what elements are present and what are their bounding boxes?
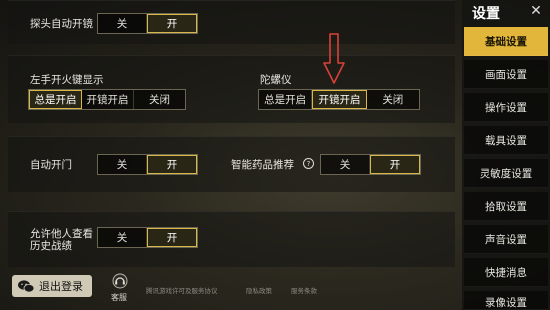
- down-arrow-annotation: [323, 33, 345, 84]
- history-visibility-toggle: 关 开: [97, 227, 198, 248]
- close-icon[interactable]: ✕: [527, 2, 545, 20]
- wechat-icon: [18, 279, 34, 292]
- history-on[interactable]: 开: [147, 228, 197, 247]
- history-off[interactable]: 关: [98, 228, 147, 247]
- terms-link[interactable]: 服务条款: [291, 285, 317, 295]
- left-fire-option-scope[interactable]: 开镜开启: [82, 90, 134, 109]
- smart-meds-label: 智能药品推荐: [231, 159, 294, 171]
- smart-meds-off[interactable]: 关: [321, 155, 370, 174]
- smart-meds-on[interactable]: 开: [370, 155, 420, 174]
- sidebar-item-quick-messages[interactable]: 快捷消息: [464, 258, 548, 287]
- left-fire-option-always[interactable]: 总是开启: [29, 90, 82, 109]
- sidebar-item-controls[interactable]: 操作设置: [464, 93, 548, 122]
- sidebar-item-sensitivity[interactable]: 灵敏度设置: [464, 159, 548, 188]
- settings-title: 设置: [472, 6, 500, 22]
- gyroscope-label: 陀螺仪: [260, 74, 292, 86]
- customer-service-icon: [112, 273, 128, 289]
- auto-door-on[interactable]: 开: [147, 155, 197, 174]
- sidebar-item-replay[interactable]: 录像设置: [464, 291, 548, 310]
- left-fire-button-selector: 总是开启 开镜开启 关闭: [28, 89, 186, 110]
- privacy-policy-link[interactable]: 隐私政策: [246, 285, 272, 295]
- left-fire-button-label: 左手开火键显示: [30, 74, 104, 86]
- peek-scope-off[interactable]: 关: [98, 14, 147, 33]
- history-label-line2: 历史战绩: [30, 240, 72, 252]
- left-fire-option-off[interactable]: 关闭: [134, 90, 185, 109]
- logout-button[interactable]: 退出登录: [12, 275, 92, 297]
- auto-door-toggle: 关 开: [97, 154, 198, 175]
- customer-service-button[interactable]: 客服: [106, 273, 134, 305]
- history-label-line1: 允许他人查看: [30, 228, 93, 240]
- auto-door-off[interactable]: 关: [98, 155, 147, 174]
- gyroscope-selector: 总是开启 开镜开启 关闭: [258, 89, 420, 110]
- logout-label: 退出登录: [39, 280, 83, 293]
- gyro-option-scope[interactable]: 开镜开启: [312, 90, 367, 109]
- sidebar-item-basic[interactable]: 基础设置: [464, 27, 548, 56]
- peek-scope-label: 探头自动开镜: [30, 18, 93, 30]
- sidebar-item-graphics[interactable]: 画面设置: [464, 60, 548, 89]
- peek-scope-on[interactable]: 开: [147, 14, 197, 33]
- gyro-option-always[interactable]: 总是开启: [259, 90, 313, 109]
- service-agreement-link[interactable]: 腾讯游戏许可及服务协议: [146, 285, 218, 295]
- history-visibility-label: 允许他人查看 历史战绩: [30, 228, 93, 252]
- help-icon[interactable]: ?: [303, 158, 314, 169]
- peek-scope-toggle: 关 开: [97, 13, 198, 34]
- sidebar-item-pickup[interactable]: 拾取设置: [464, 192, 548, 221]
- customer-service-label: 客服: [111, 293, 127, 302]
- smart-meds-toggle: 关 开: [320, 154, 421, 175]
- sidebar-item-vehicle[interactable]: 载具设置: [464, 126, 548, 155]
- gyro-option-off[interactable]: 关闭: [367, 90, 419, 109]
- auto-door-label: 自动开门: [30, 159, 72, 171]
- sidebar-item-sound[interactable]: 声音设置: [464, 225, 548, 254]
